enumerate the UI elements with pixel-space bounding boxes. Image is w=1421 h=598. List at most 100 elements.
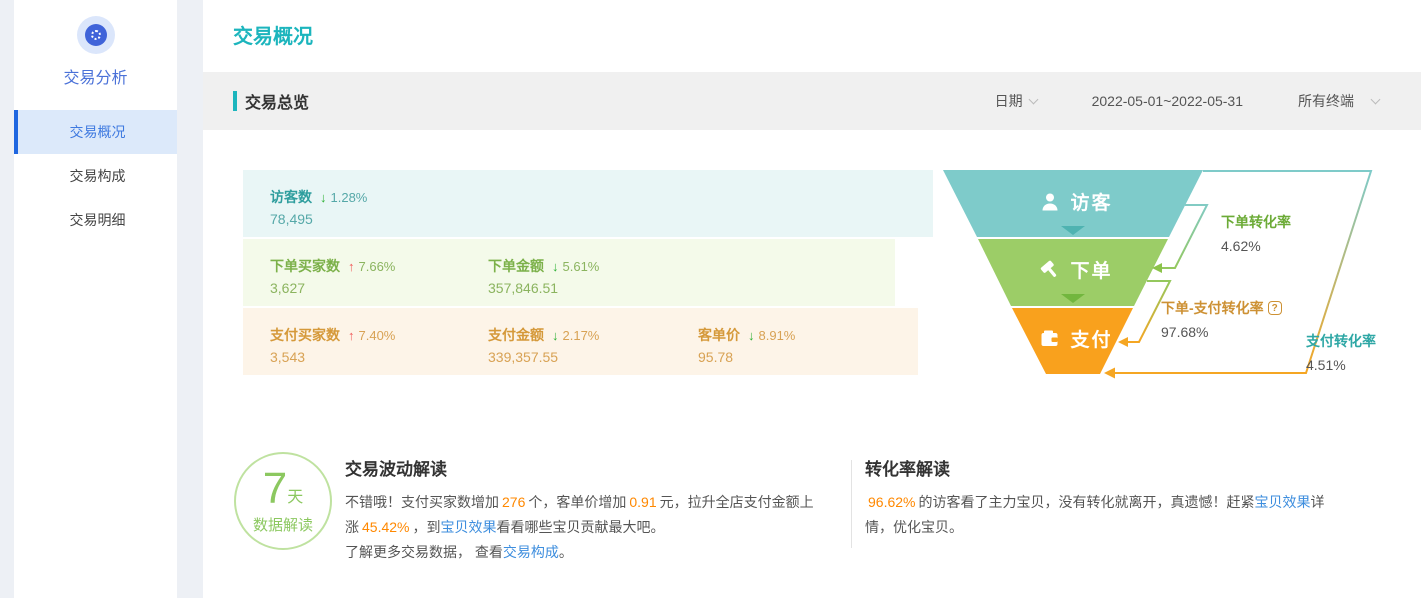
trend-arrow-icon: ↓ [552, 258, 559, 274]
badge-unit: 天 [287, 489, 304, 506]
conversion-insight: 转化率解读 96.62% 的访客看了主力宝贝，没有转化就离开，真遗憾！赶紧宝贝效果… [865, 455, 1343, 540]
funnel-stage-label: 支付 [1070, 330, 1113, 351]
help-icon[interactable]: ? [1267, 301, 1282, 315]
metric-pay-buyers[interactable]: 支付买家数 ↑ 7.40% 3,543 [270, 325, 395, 365]
metric-change: 7.66% [358, 258, 396, 274]
funnel-stage-order: 下单 [1003, 256, 1149, 283]
metric-visitor-count[interactable]: 访客数 ↓ 1.28% 78,495 [270, 187, 367, 227]
insight-paragraph: 了解更多交易数据， 查看交易构成。 [345, 540, 823, 565]
sidebar-menu: 交易概况 交易构成 交易明细 [14, 110, 177, 242]
metric-label: 支付金额 [488, 327, 544, 343]
chevron-down-icon [1370, 94, 1381, 104]
section-title: 交易总览 [233, 89, 309, 113]
inline-link[interactable]: 宝贝效果 [1254, 494, 1310, 510]
insight-divider [851, 460, 852, 548]
text-segment: 的访客看了主力宝贝，没有转化就离开，真遗憾！赶紧 [918, 494, 1255, 510]
order-conversion-rate: 下单转化率 4.62% [1221, 212, 1291, 254]
date-range-picker[interactable]: 2022-05-01~2022-05-31 [1092, 93, 1243, 109]
text-segment: 。 [558, 544, 573, 560]
funnel-stage-pay: 支付 [1003, 325, 1149, 352]
main-panel: 交易概况 交易总览 日期 2022-05-01~2022-05-31 所有终端 … [203, 0, 1421, 598]
conversion-label: 支付转化率 [1306, 333, 1376, 349]
inline-link[interactable]: 交易构成 [503, 544, 559, 560]
text-segment: 了解更多交易数据， 查看 [345, 544, 503, 560]
conversion-value: 4.62% [1221, 238, 1261, 254]
metric-value: 3,627 [270, 280, 306, 296]
metric-pay-amount[interactable]: 支付金额 ↓ 2.17% 339,357.55 [488, 325, 599, 365]
metric-row-order: 下单买家数 ↑ 7.66% 3,627 下单金额 ↓ 5.61% 357,846… [243, 239, 895, 306]
seven-day-insight-badge: 7 天 数据解读 [234, 452, 332, 550]
metric-value: 78,495 [270, 211, 313, 227]
metric-change: 7.40% [358, 327, 396, 343]
metric-value: 3,543 [270, 349, 306, 365]
metric-avg-order-value[interactable]: 客单价 ↓ 8.91% 95.78 [698, 325, 795, 365]
highlight-number: 0.91 [629, 494, 657, 510]
metric-change: 1.28% [330, 189, 368, 205]
conversion-value: 97.68% [1161, 324, 1209, 340]
badge-caption: 数据解读 [252, 517, 313, 534]
trend-arrow-icon: ↓ [320, 189, 327, 205]
metric-change: 2.17% [562, 327, 600, 343]
wallet-icon [1041, 330, 1058, 346]
insight-paragraph: 96.62% 的访客看了主力宝贝，没有转化就离开，真遗憾！赶紧宝贝效果详情，优化宝… [865, 490, 1343, 540]
terminal-dropdown[interactable]: 所有终端 [1298, 91, 1381, 111]
metric-value: 95.78 [698, 349, 734, 365]
metric-change: 5.61% [562, 258, 600, 274]
text-segment: 看看哪些宝贝贡献最大吧。 [496, 519, 665, 535]
insight-title: 交易波动解读 [345, 460, 447, 479]
text-segment: 个，客单价增加 [528, 494, 627, 510]
order-pay-conversion-rate: 下单-支付转化率 ? 97.68% [1161, 298, 1282, 340]
section-header-bar: 交易总览 日期 2022-05-01~2022-05-31 所有终端 [203, 72, 1421, 130]
metric-order-amount[interactable]: 下单金额 ↓ 5.61% 357,846.51 [488, 256, 599, 296]
inline-link[interactable]: 宝贝效果 [440, 519, 496, 535]
funnel-stage-visitor: 访客 [1003, 188, 1149, 215]
gavel-icon [1041, 260, 1057, 277]
trend-arrow-icon: ↓ [748, 327, 755, 343]
sidebar-item-trade-overview[interactable]: 交易概况 [14, 110, 177, 154]
metric-label: 下单金额 [488, 258, 544, 274]
section-title-text: 交易总览 [245, 95, 310, 112]
funnel-stage-label: 访客 [1070, 193, 1113, 214]
conversion-label: 下单转化率 [1221, 214, 1291, 230]
arrow-left-icon [1104, 367, 1115, 379]
metric-label: 下单买家数 [270, 258, 340, 274]
trend-arrow-icon: ↑ [348, 327, 355, 343]
insight-paragraph: 不错哦！支付买家数增加 276 个，客单价增加 0.91 元，拉升全店支付金额上涨 45.… [345, 490, 823, 540]
sidebar-item-trade-detail[interactable]: 交易明细 [14, 198, 177, 242]
highlight-number: 45.42% [362, 519, 410, 535]
date-type-dropdown[interactable]: 日期 [994, 91, 1039, 111]
date-type-label: 日期 [994, 93, 1023, 109]
text-segment: 不错哦！支付买家数增加 [345, 494, 499, 510]
trend-arrow-icon: ↑ [348, 258, 355, 274]
trade-fluctuation-insight: 交易波动解读 不错哦！支付买家数增加 276 个，客单价增加 0.91 元，拉升全店支付… [345, 455, 823, 565]
metric-order-buyers[interactable]: 下单买家数 ↑ 7.66% 3,627 [270, 256, 395, 296]
metric-change: 8.91% [758, 327, 796, 343]
insight-title: 转化率解读 [865, 460, 950, 479]
trend-arrow-icon: ↓ [552, 327, 559, 343]
accent-bar [233, 91, 237, 111]
metric-label: 客单价 [698, 327, 740, 343]
sidebar: 交易分析 交易概况 交易构成 交易明细 [14, 0, 177, 598]
highlight-number: 276 [502, 494, 526, 510]
filters: 日期 2022-05-01~2022-05-31 所有终端 [994, 91, 1381, 111]
metric-label: 访客数 [270, 189, 312, 205]
text-segment: ，到 [412, 519, 441, 535]
metric-value: 357,846.51 [488, 280, 559, 296]
user-icon [1042, 193, 1058, 210]
chevron-down-icon [1028, 94, 1039, 104]
sidebar-group-title: 交易分析 [63, 70, 128, 87]
metric-row-pay: 支付买家数 ↑ 7.40% 3,543 支付金额 ↓ 2.17% 339,357… [243, 308, 918, 375]
conversion-value: 4.51% [1306, 357, 1346, 373]
metric-label: 支付买家数 [270, 327, 340, 343]
sidebar-item-trade-composition[interactable]: 交易构成 [14, 154, 177, 198]
page-title: 交易概况 [233, 26, 313, 48]
conversion-label: 下单-支付转化率 [1161, 300, 1264, 316]
metric-row-visitor: 访客数 ↓ 1.28% 78,495 [243, 170, 933, 237]
metric-value: 339,357.55 [488, 349, 559, 365]
pay-conversion-rate: 支付转化率 4.51% [1306, 331, 1376, 373]
funnel-stage-label: 下单 [1070, 261, 1113, 282]
terminal-label: 所有终端 [1298, 93, 1354, 109]
transaction-analysis-icon [77, 16, 115, 54]
highlight-number: 96.62% [868, 494, 916, 510]
badge-number: 7 [262, 464, 288, 513]
